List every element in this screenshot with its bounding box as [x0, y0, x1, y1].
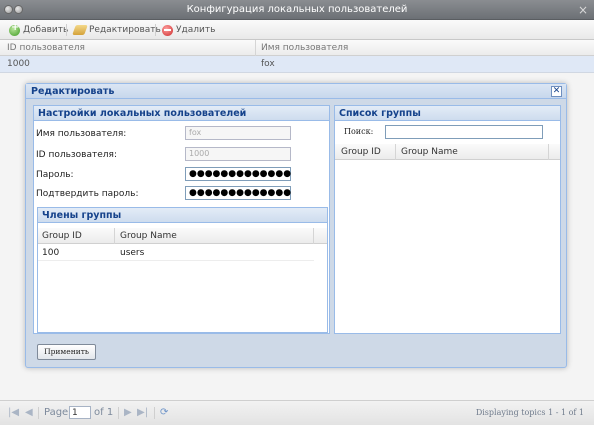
apply-button[interactable]: Применить [37, 344, 96, 360]
cell-user-id: 1000 [7, 59, 30, 69]
pager-bar: |◀ ◀ Page of 1 ▶ ▶| ⟳ Displaying topics … [0, 400, 594, 425]
column-divider[interactable] [313, 228, 314, 244]
first-page-icon[interactable]: |◀ [8, 407, 19, 419]
toolbar-separator [66, 24, 67, 36]
main-window: Конфигурация локальных пользователей × Д… [0, 0, 594, 425]
confirm-password-label: Подтвердить пароль: [36, 189, 139, 199]
window-titlebar: Конфигурация локальных пользователей × [0, 0, 594, 20]
members-grid-header: Group ID Group Name [38, 228, 327, 244]
table-row[interactable]: 1000 fox [0, 56, 594, 73]
refresh-icon[interactable]: ⟳ [160, 407, 168, 419]
edit-button-label: Редактировать [89, 25, 161, 35]
group-members-panel: Члены группы Group ID Group Name 100 use… [37, 207, 328, 333]
user-settings-panel-header: Настройки локальных пользователей [34, 106, 329, 121]
userid-label: ID пользователя: [36, 150, 117, 160]
column-header-group-id[interactable]: Group ID [42, 228, 82, 244]
cell-group-id: 100 [42, 248, 60, 258]
column-header-user-id[interactable]: ID пользователя [7, 40, 85, 56]
display-info: Displaying topics 1 - 1 of 1 [475, 408, 584, 417]
page-of-label: of 1 [94, 407, 114, 418]
column-divider[interactable] [114, 228, 115, 244]
table-row[interactable]: 100 users [38, 245, 314, 261]
edit-icon [72, 25, 88, 35]
column-divider[interactable] [395, 144, 396, 160]
user-settings-panel: Настройки локальных пользователей Имя по… [33, 105, 330, 334]
column-divider[interactable] [548, 144, 549, 160]
group-list-panel-header: Список группы [335, 106, 560, 121]
pager-separator [154, 407, 155, 419]
users-grid-header: ID пользователя Имя пользователя [0, 40, 594, 56]
column-divider[interactable] [255, 40, 256, 56]
delete-button-label: Удалить [176, 25, 216, 35]
page-number-input[interactable] [69, 406, 91, 419]
window-close-icon[interactable]: × [578, 2, 588, 18]
column-header-group-name[interactable]: Group Name [401, 144, 458, 160]
column-header-username[interactable]: Имя пользователя [261, 40, 348, 56]
search-label: Поиск: [344, 127, 374, 136]
column-header-group-id[interactable]: Group ID [341, 144, 381, 160]
last-page-icon[interactable]: ▶| [137, 407, 148, 419]
pager-separator [118, 407, 119, 419]
cell-username: fox [261, 59, 275, 69]
edit-button[interactable]: Редактировать [72, 22, 161, 38]
edit-dialog: Редактировать ✕ Настройки локальных поль… [25, 83, 567, 368]
search-input[interactable] [385, 125, 543, 139]
delete-button[interactable]: Удалить [162, 22, 215, 38]
user-settings-panel-title: Настройки локальных пользователей [38, 108, 247, 119]
group-members-panel-title: Члены группы [42, 210, 122, 221]
password-field[interactable]: ●●●●●●●●●●●●● [185, 167, 291, 181]
add-button[interactable]: Добавить [9, 22, 68, 38]
group-list-grid-header: Group ID Group Name [335, 144, 560, 160]
page-label: Page [44, 407, 69, 418]
dialog-close-icon[interactable]: ✕ [551, 86, 562, 97]
toolbar: Добавить Редактировать Удалить [0, 20, 594, 40]
password-label: Пароль: [36, 170, 74, 180]
delete-icon [162, 24, 173, 36]
dialog-title: Редактировать [31, 86, 115, 97]
group-list-panel-title: Список группы [339, 108, 421, 119]
prev-page-icon[interactable]: ◀ [25, 407, 33, 419]
column-header-group-name[interactable]: Group Name [120, 228, 177, 244]
add-icon [9, 22, 20, 36]
cell-group-name: users [120, 248, 145, 258]
add-button-label: Добавить [23, 25, 69, 35]
toolbar-separator [155, 24, 156, 36]
group-list-panel: Список группы Поиск: Group ID Group Name [334, 105, 561, 334]
group-members-panel-header: Члены группы [38, 208, 327, 223]
dialog-titlebar[interactable]: Редактировать ✕ [26, 84, 566, 99]
username-field[interactable]: fox [185, 126, 291, 140]
pager-separator [38, 407, 39, 419]
next-page-icon[interactable]: ▶ [124, 407, 132, 419]
window-title: Конфигурация локальных пользователей [186, 4, 408, 15]
confirm-password-field[interactable]: ●●●●●●●●●●●●● [185, 186, 291, 200]
username-label: Имя пользователя: [36, 129, 127, 139]
userid-field[interactable]: 1000 [185, 147, 291, 161]
